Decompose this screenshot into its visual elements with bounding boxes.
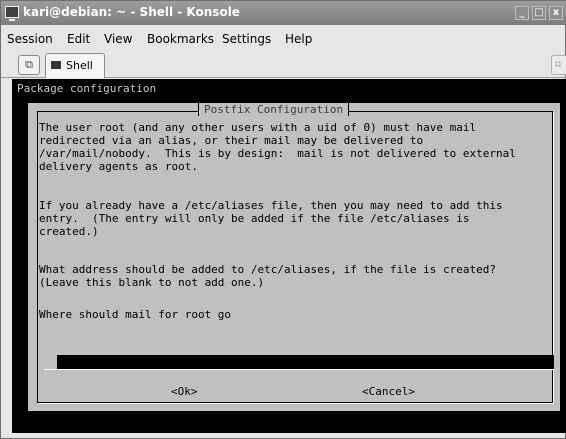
root-mail-input[interactable]	[57, 355, 554, 369]
new-tab-icon: ⧉	[25, 58, 33, 71]
input-underline	[44, 369, 554, 370]
menu-view[interactable]: View	[104, 32, 132, 46]
menu-help[interactable]: Help	[285, 32, 312, 46]
close-window-button[interactable]: x	[549, 6, 563, 20]
title-bar[interactable]: kari@debian: ~ - Shell - Konsole _ □ x	[1, 1, 566, 25]
minimize-button[interactable]: _	[515, 6, 529, 20]
tab-bar: ⧉ Shell ⧉	[1, 50, 566, 78]
menu-settings[interactable]: Settings	[222, 32, 271, 46]
close-tab-button[interactable]: ⧉	[551, 55, 566, 75]
tab-shell[interactable]: Shell	[45, 53, 105, 78]
window-title: kari@debian: ~ - Shell - Konsole	[23, 5, 240, 19]
ok-button[interactable]: <Ok>	[171, 385, 198, 398]
menu-edit[interactable]: Edit	[67, 32, 90, 46]
terminal-area[interactable]: Package configuration Postfix Configurat…	[12, 79, 566, 433]
tab-label: Shell	[66, 59, 93, 72]
cancel-button[interactable]: <Cancel>	[362, 385, 415, 398]
terminal-heading: Package configuration	[17, 82, 157, 95]
konsole-app-icon[interactable]	[5, 6, 19, 21]
new-tab-button[interactable]: ⧉	[18, 55, 40, 75]
postfix-dialog: Postfix Configuration The user root (and…	[28, 103, 560, 411]
menu-bookmarks[interactable]: Bookmarks	[147, 32, 214, 46]
dialog-title: Postfix Configuration	[198, 103, 350, 116]
menu-bar: Session Edit View Bookmarks Settings Hel…	[1, 29, 566, 49]
frame-highlight-bottom	[38, 403, 554, 404]
close-tab-icon: ⧉	[555, 60, 562, 70]
terminal-icon	[51, 61, 61, 69]
dialog-prompt: Where should mail for root go	[39, 308, 232, 321]
dialog-shadow	[37, 411, 562, 417]
dialog-paragraph-aliases-file: If you already have a /etc/aliases file,…	[39, 199, 503, 239]
dialog-paragraph-alias-info: The user root (and any other users with …	[39, 121, 516, 174]
menu-session[interactable]: Session	[7, 32, 53, 46]
konsole-window: kari@debian: ~ - Shell - Konsole _ □ x S…	[0, 0, 566, 439]
maximize-button[interactable]: □	[532, 6, 546, 20]
dialog-paragraph-address-question: What address should be added to /etc/ali…	[39, 263, 496, 290]
